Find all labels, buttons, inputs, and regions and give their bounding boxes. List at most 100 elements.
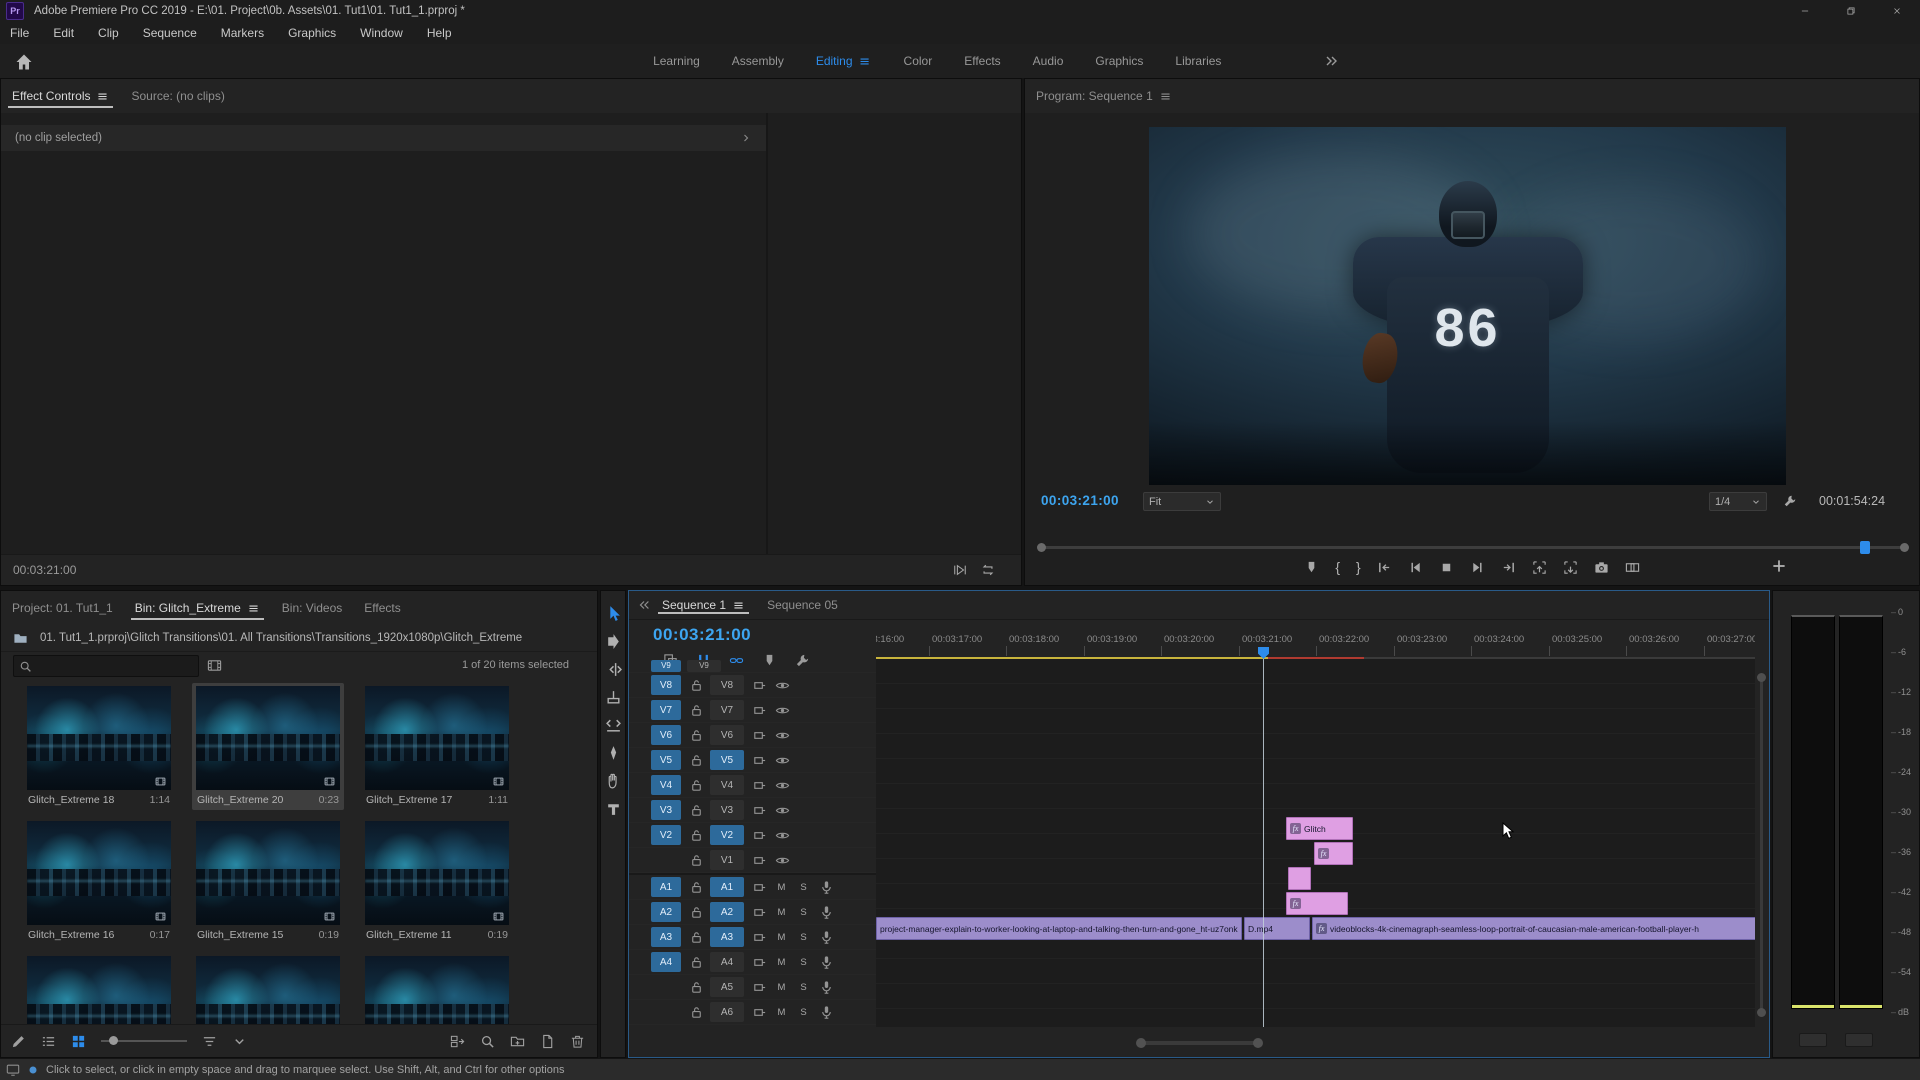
project-item[interactable]: Glitch_Extreme 15 0:19 [192, 818, 344, 945]
source-patch-button[interactable]: V7 [651, 700, 681, 720]
thumbnail-zoom-slider[interactable] [101, 1033, 187, 1049]
panel-menu-icon[interactable] [1159, 90, 1172, 103]
source-patch-button[interactable]: A3 [651, 927, 681, 947]
search-input[interactable] [37, 659, 191, 673]
sync-lock-toggle[interactable] [752, 678, 767, 693]
source-patch-button[interactable]: V8 [651, 675, 681, 695]
zoom-handle-left[interactable] [1136, 1038, 1146, 1048]
track-select-forward-tool[interactable] [605, 633, 622, 650]
track-output-toggle[interactable] [775, 828, 790, 843]
home-button[interactable] [14, 52, 34, 72]
restore-button[interactable] [1828, 0, 1874, 22]
panel-tab-scroll-button[interactable] [637, 598, 651, 612]
button-editor-button[interactable] [1770, 557, 1788, 575]
track-target-button[interactable]: V8 [710, 675, 744, 695]
slip-tool[interactable] [605, 717, 622, 734]
workspace-overflow-button[interactable] [1324, 53, 1340, 69]
hand-tool[interactable] [605, 773, 622, 790]
voiceover-record-button[interactable] [819, 955, 834, 970]
track-output-toggle[interactable] [775, 703, 790, 718]
source-patch-button[interactable]: V4 [651, 775, 681, 795]
sequence-tab[interactable]: Sequence 05 [756, 591, 849, 619]
track-target-button[interactable]: V6 [710, 725, 744, 745]
project-item[interactable]: Glitch_Extreme 11 0:19 [361, 818, 513, 945]
workspace-tab[interactable]: Editing [816, 54, 872, 68]
export-frame-button[interactable] [1594, 560, 1609, 575]
extract-button[interactable] [1563, 560, 1578, 575]
source-patch-button[interactable]: A2 [651, 902, 681, 922]
track-target-button[interactable]: A5 [710, 977, 744, 997]
track-target-button[interactable]: V7 [710, 700, 744, 720]
track-lock-toggle[interactable] [689, 880, 704, 895]
mark-in-button[interactable]: { [1335, 559, 1340, 575]
comparison-view-button[interactable] [1625, 560, 1640, 575]
slider-knob[interactable] [109, 1036, 118, 1045]
track-lock-toggle[interactable] [689, 728, 704, 743]
sync-lock-toggle[interactable] [752, 905, 767, 920]
icon-view-button[interactable] [71, 1034, 86, 1049]
menu-item[interactable]: Edit [53, 26, 74, 40]
automate-to-sequence-button[interactable] [450, 1034, 465, 1049]
bin-icon[interactable] [13, 631, 28, 646]
timeline-vertical-scrollbar[interactable] [1757, 673, 1766, 1017]
workspace-tab[interactable]: Color [904, 54, 933, 68]
track-lock-toggle[interactable] [689, 678, 704, 693]
type-tool[interactable] [605, 801, 622, 818]
sequence-tab[interactable]: Sequence 1 [651, 591, 756, 619]
track-target-button[interactable]: A3 [710, 927, 744, 947]
sync-lock-toggle[interactable] [752, 1005, 767, 1020]
clip-thumbnail[interactable] [365, 956, 509, 1025]
timeline-clip[interactable]: videoblocks-4k-cinemagraph-seamless-loop… [1312, 917, 1755, 940]
sort-order-chevron[interactable] [232, 1034, 247, 1049]
list-view-button[interactable] [41, 1034, 56, 1049]
scrollbar-top-handle[interactable] [1757, 673, 1766, 682]
track-lock-toggle[interactable] [689, 853, 704, 868]
minimize-button[interactable] [1782, 0, 1828, 22]
sync-lock-toggle[interactable] [752, 728, 767, 743]
solo-track-button[interactable]: S [796, 980, 811, 995]
loop-button[interactable] [981, 563, 995, 577]
panel-tab[interactable]: Effect Controls [1, 79, 120, 113]
track-output-toggle[interactable] [775, 778, 790, 793]
source-patch-button[interactable]: V3 [651, 800, 681, 820]
project-panel-tab[interactable]: Bin: Glitch_Extreme [124, 591, 271, 625]
project-panel-tab[interactable]: Effects [353, 591, 411, 625]
zoom-level-select[interactable]: Fit [1143, 492, 1221, 511]
track-target-button[interactable]: V1 [710, 850, 744, 870]
glitch-transition-clip[interactable] [1288, 867, 1311, 890]
search-box[interactable] [13, 655, 199, 677]
menu-item[interactable]: Clip [98, 26, 119, 40]
glitch-transition-clip[interactable]: Glitch [1286, 817, 1353, 840]
panel-menu-icon[interactable] [247, 602, 260, 615]
go-to-out-button[interactable] [1501, 560, 1516, 575]
lift-button[interactable] [1532, 560, 1547, 575]
track-lock-toggle[interactable] [689, 803, 704, 818]
voiceover-record-button[interactable] [819, 905, 834, 920]
solo-track-button[interactable]: S [796, 1005, 811, 1020]
voiceover-record-button[interactable] [819, 880, 834, 895]
clip-thumbnail[interactable] [196, 956, 340, 1025]
timeline-clip[interactable]: D.mp4 [1244, 917, 1310, 940]
timeline-timecode[interactable]: 00:03:21:00 [653, 625, 751, 645]
timeline-ruler[interactable]: 00:03:16:0000:03:17:0000:03:18:0000:03:1… [876, 631, 1755, 657]
menu-item[interactable]: File [10, 26, 29, 40]
sync-lock-toggle[interactable] [752, 980, 767, 995]
source-patch-button[interactable]: A4 [651, 952, 681, 972]
workspace-tab[interactable]: Libraries [1175, 54, 1221, 68]
sync-lock-toggle[interactable] [752, 703, 767, 718]
panel-tab[interactable]: Source: (no clips) [120, 79, 235, 113]
project-panel-tab[interactable]: Project: 01. Tut1_1 [1, 591, 124, 625]
workspace-tab[interactable]: Graphics [1095, 54, 1143, 68]
project-item[interactable]: Glitch_Extreme 16 0:17 [23, 818, 175, 945]
close-button[interactable] [1874, 0, 1920, 22]
sync-lock-toggle[interactable] [752, 930, 767, 945]
clip-thumbnail[interactable] [27, 956, 171, 1025]
workspace-tab[interactable]: Effects [964, 54, 1000, 68]
glitch-transition-clip[interactable] [1314, 842, 1353, 865]
sync-lock-toggle[interactable] [752, 753, 767, 768]
track-output-toggle[interactable] [775, 678, 790, 693]
new-item-button[interactable] [540, 1034, 555, 1049]
voiceover-record-button[interactable] [819, 1005, 834, 1020]
track-target-button[interactable]: V5 [710, 750, 744, 770]
mute-track-button[interactable]: M [774, 1005, 789, 1020]
